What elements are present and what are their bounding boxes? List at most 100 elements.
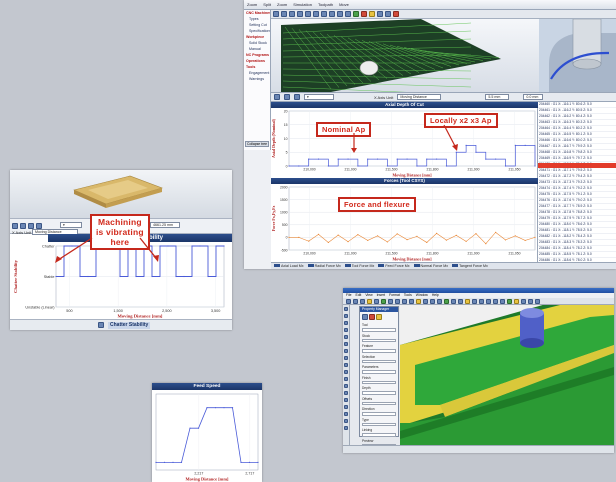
- toolpath-3d-view[interactable]: [271, 19, 539, 92]
- side-tool-icon[interactable]: [344, 370, 348, 374]
- view-front-icon[interactable]: [305, 11, 311, 17]
- menu-item[interactable]: Zoom: [277, 2, 287, 7]
- copy-icon[interactable]: [395, 298, 400, 304]
- dialog-row[interactable]: Stock: [360, 333, 398, 344]
- open-icon[interactable]: [353, 298, 358, 304]
- reset-icon[interactable]: [274, 94, 280, 100]
- side-tool-icon[interactable]: [344, 335, 348, 339]
- side-tool-icon[interactable]: [344, 426, 348, 430]
- options-icon[interactable]: [535, 298, 540, 304]
- legend-item[interactable]: Feed Force Mx: [378, 263, 410, 269]
- dialog-field[interactable]: [362, 359, 396, 363]
- collision-icon[interactable]: [393, 11, 399, 17]
- side-tool-icon[interactable]: [344, 419, 348, 423]
- dialog-field[interactable]: [362, 380, 396, 384]
- dialog-field[interactable]: [362, 338, 396, 342]
- step-icon[interactable]: [369, 11, 375, 17]
- zoom-in-icon[interactable]: [20, 223, 26, 229]
- feed-speed-chart[interactable]: 2,217 2,717 Moving Distance [mm]: [152, 390, 262, 482]
- rotate-icon[interactable]: [423, 298, 428, 304]
- side-tool-icon[interactable]: [344, 412, 348, 416]
- dialog-field[interactable]: [362, 422, 396, 426]
- mirror-icon[interactable]: [500, 298, 505, 304]
- side-tool-icon[interactable]: [344, 405, 348, 409]
- view-iso-icon[interactable]: [329, 11, 335, 17]
- pattern-icon[interactable]: [493, 298, 498, 304]
- position-value-field[interactable]: 5.5 mm: [485, 94, 510, 100]
- side-tool-icon[interactable]: [344, 328, 348, 332]
- menu-item[interactable]: Toolpath: [318, 2, 333, 7]
- dialog-row[interactable]: Depth: [360, 385, 398, 396]
- play-icon[interactable]: [353, 11, 359, 17]
- dialog-row[interactable]: Finish: [360, 375, 398, 386]
- wireframe-icon[interactable]: [345, 11, 351, 17]
- pan-icon[interactable]: [281, 11, 287, 17]
- zoom-in-icon[interactable]: [284, 94, 290, 100]
- section-icon[interactable]: [377, 11, 383, 17]
- side-tool-icon[interactable]: [344, 356, 348, 360]
- tab-chatter-stability[interactable]: Chatter Stability: [108, 322, 151, 329]
- pan-icon[interactable]: [416, 298, 421, 304]
- collapse-tree-button[interactable]: Collapse tree: [245, 141, 269, 147]
- new-icon[interactable]: [346, 298, 351, 304]
- chamfer-icon[interactable]: [486, 298, 491, 304]
- part-3d-view[interactable]: [10, 170, 232, 218]
- reset-icon[interactable]: [12, 223, 18, 229]
- dialog-field[interactable]: [362, 391, 396, 395]
- cancel-icon[interactable]: [369, 314, 375, 320]
- revolve-icon[interactable]: [472, 298, 477, 304]
- dialog-row[interactable]: Type: [360, 417, 398, 428]
- dialog-row[interactable]: Linking: [360, 427, 398, 438]
- measure-icon[interactable]: [385, 11, 391, 17]
- zoom-icon[interactable]: [409, 298, 414, 304]
- side-tool-icon[interactable]: [344, 363, 348, 367]
- position-value-field[interactable]: 4661.25 mm: [150, 222, 180, 228]
- side-tool-icon[interactable]: [344, 342, 348, 346]
- shade-icon[interactable]: [430, 298, 435, 304]
- measure-icon[interactable]: [451, 298, 456, 304]
- ok-icon[interactable]: [362, 314, 368, 320]
- side-tool-icon[interactable]: [344, 307, 348, 311]
- rotate-icon[interactable]: [289, 11, 295, 17]
- section-icon[interactable]: [444, 298, 449, 304]
- dialog-row[interactable]: Parameters: [360, 364, 398, 375]
- dialog-row[interactable]: Direction: [360, 406, 398, 417]
- help-icon[interactable]: [376, 314, 382, 320]
- dialog-field[interactable]: [362, 370, 396, 374]
- chatter-stability-chart[interactable]: Unstable (Linear) Stable Chatter 500 1,500 2,…: [10, 242, 232, 319]
- fit-icon[interactable]: [297, 11, 303, 17]
- x-axis-select[interactable]: Moving Distance: [397, 94, 442, 100]
- paste-icon[interactable]: [402, 298, 407, 304]
- fillet-icon[interactable]: [479, 298, 484, 304]
- wire-icon[interactable]: [437, 298, 442, 304]
- stop-icon[interactable]: [361, 11, 367, 17]
- dialog-row[interactable]: Tool: [360, 322, 398, 333]
- dialog-field[interactable]: [362, 433, 396, 437]
- dialog-row[interactable]: Selection: [360, 354, 398, 365]
- dialog-row[interactable]: Offsets: [360, 396, 398, 407]
- cad-3d-viewport[interactable]: [400, 305, 614, 445]
- cut-icon[interactable]: [388, 298, 393, 304]
- side-tool-icon[interactable]: [344, 377, 348, 381]
- view-top-icon[interactable]: [313, 11, 319, 17]
- side-tool-icon[interactable]: [344, 321, 348, 325]
- menu-item[interactable]: Move: [339, 2, 349, 7]
- side-tool-icon[interactable]: [344, 398, 348, 402]
- extrude-icon[interactable]: [465, 298, 470, 304]
- tree-item[interactable]: Warnings: [244, 76, 270, 82]
- legend-item[interactable]: Axial Load Mx: [274, 263, 304, 269]
- side-tool-icon[interactable]: [344, 349, 348, 353]
- menu-item[interactable]: Simulation: [293, 2, 312, 7]
- dialog-field[interactable]: [362, 401, 396, 405]
- mill-icon[interactable]: [507, 298, 512, 304]
- menu-item[interactable]: Zoom: [247, 2, 257, 7]
- menu-item[interactable]: Split: [263, 2, 271, 7]
- dialog-field[interactable]: [362, 412, 396, 416]
- legend-item[interactable]: Radial Force Mx: [307, 263, 341, 269]
- drill-icon[interactable]: [514, 298, 519, 304]
- side-tool-icon[interactable]: [344, 314, 348, 318]
- cutting-simulation-view[interactable]: [539, 19, 616, 92]
- sketch-icon[interactable]: [458, 298, 463, 304]
- simulate-icon[interactable]: [521, 298, 526, 304]
- zoom-icon[interactable]: [273, 11, 279, 17]
